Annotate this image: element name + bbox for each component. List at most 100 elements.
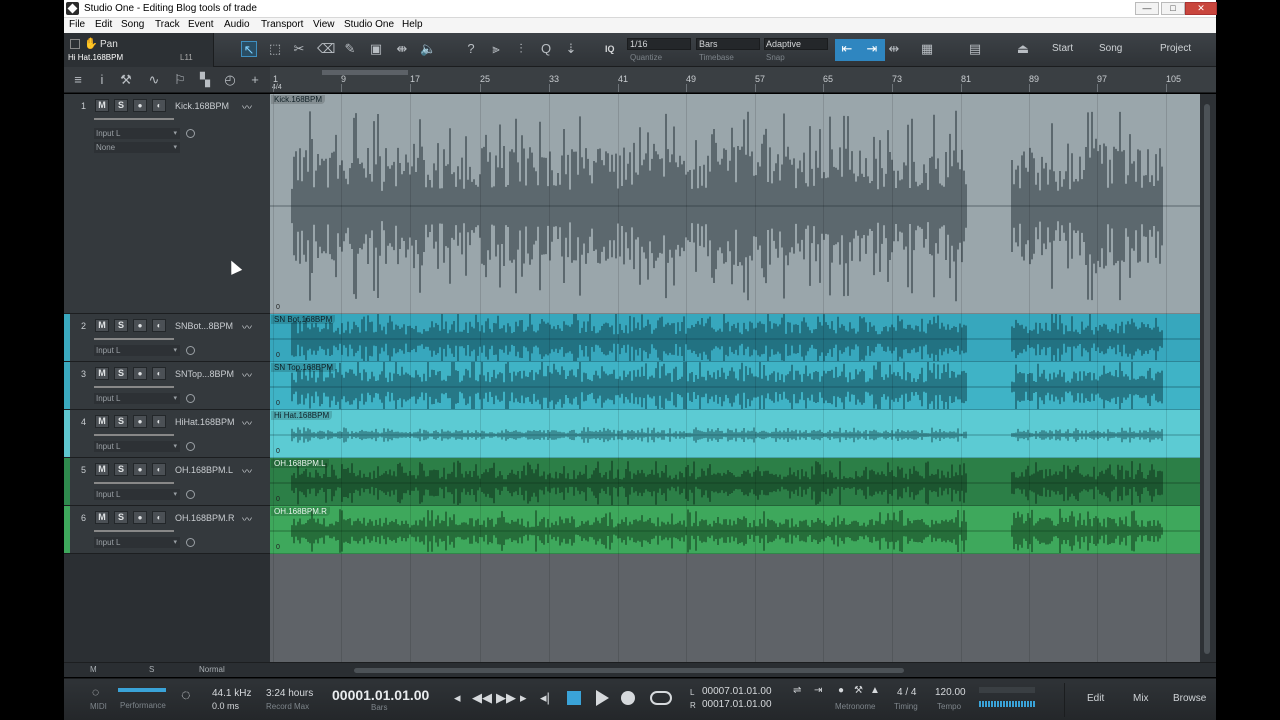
record-button[interactable] <box>621 691 635 705</box>
start-button[interactable]: Start <box>1052 43 1073 54</box>
input-selector[interactable]: Input L ▾ <box>94 441 180 452</box>
menu-edit[interactable]: Edit <box>95 19 112 30</box>
global-solo[interactable]: S <box>149 665 154 674</box>
position-display[interactable]: 00001.01.01.00 <box>332 687 429 703</box>
listen-tool-icon[interactable]: 🔈 <box>420 41 436 57</box>
monitor-button[interactable]: ◐ <box>152 463 166 476</box>
solo-button[interactable]: S <box>114 463 128 476</box>
arranger-icon[interactable]: ▚ <box>197 72 213 88</box>
track-color-bar[interactable] <box>64 314 70 361</box>
video-icon[interactable]: ▤ <box>967 41 983 57</box>
menu-view[interactable]: View <box>313 19 335 30</box>
record-arm-button[interactable]: ● <box>133 463 147 476</box>
add-track-icon[interactable]: + <box>247 72 263 88</box>
input-selector[interactable]: Input L ▾ <box>94 537 180 548</box>
track-header[interactable]: 1 M S ● ◐ Kick.168BPM 〰 Input L ▾ None ▾ <box>64 94 270 314</box>
track-volume-fader[interactable] <box>94 338 174 340</box>
arrange-view[interactable]: Kick.168BPM 0 SN Bot.168BPM 0 SN Top.168… <box>270 94 1200 662</box>
left-locator[interactable]: 00007.01.01.00 <box>702 686 772 697</box>
menu-track[interactable]: Track <box>155 19 180 30</box>
monitor-button[interactable]: ◐ <box>152 319 166 332</box>
track-header[interactable]: 5 M S ● ◐ OH.168BPM.L 〰 Input L ▾ <box>64 458 270 506</box>
preroll-icon[interactable]: ⇥ <box>814 685 822 696</box>
mute-tool-icon[interactable]: ▣ <box>368 41 384 57</box>
arrow-tool-icon[interactable]: ↖ <box>241 41 257 57</box>
channel-label[interactable]: L11 <box>180 53 193 62</box>
track-mode[interactable]: Normal <box>199 665 225 674</box>
audio-bend-icon[interactable]: ⫸ <box>488 41 504 57</box>
close-button[interactable]: ✕ <box>1185 2 1217 15</box>
solo-button[interactable]: S <box>114 319 128 332</box>
right-locator[interactable]: 00017.01.01.00 <box>702 699 772 710</box>
track-header[interactable]: 2 M S ● ◐ SNBot...8BPM 〰 Input L ▾ <box>64 314 270 362</box>
metronome-tools-icon[interactable]: ⚒ <box>854 685 863 696</box>
monitor-ring-icon[interactable] <box>186 490 195 499</box>
track-header[interactable]: 3 M S ● ◐ SNTop...8BPM 〰 Input L ▾ <box>64 362 270 410</box>
iq-label[interactable]: IQ <box>605 44 615 54</box>
mute-button[interactable]: M <box>95 463 109 476</box>
vertical-scroll-thumb[interactable] <box>1204 104 1210 654</box>
track-volume-fader[interactable] <box>94 530 174 532</box>
global-mute[interactable]: M <box>90 665 97 674</box>
snap-grid-icon[interactable]: ⇤ <box>839 41 855 57</box>
range-tool-icon[interactable]: ⬚ <box>267 41 283 57</box>
solo-button[interactable]: S <box>114 511 128 524</box>
timeline-ruler[interactable]: 4/4 1 9 17 25 33 41 49 57 65 73 81 89 97 105 <box>270 67 1216 93</box>
rewind-icon[interactable]: ◀◀ <box>472 690 492 706</box>
edit-tab[interactable]: Edit <box>1087 693 1104 704</box>
browse-tab[interactable]: Browse <box>1173 693 1206 704</box>
track-color-bar[interactable] <box>64 458 70 505</box>
loop-range[interactable] <box>322 70 408 75</box>
quantize-icon[interactable]: Q <box>538 41 554 57</box>
metronome-icon[interactable]: ▲ <box>870 685 880 696</box>
monitor-ring-icon[interactable] <box>186 394 195 403</box>
record-arm-button[interactable]: ● <box>133 511 147 524</box>
tools-icon[interactable]: ⚒ <box>118 72 134 88</box>
bend-tool-icon[interactable]: ⇼ <box>394 41 410 57</box>
menu-audio[interactable]: Audio <box>224 19 250 30</box>
return-to-zero-icon[interactable]: ◂ <box>454 690 461 706</box>
monitor-button[interactable]: ◐ <box>152 99 166 112</box>
solo-button[interactable]: S <box>114 415 128 428</box>
strip-silence-icon[interactable]: ⇣ <box>563 41 579 57</box>
stop-button[interactable] <box>567 691 581 705</box>
mute-button[interactable]: M <box>95 367 109 380</box>
marker-icon[interactable]: ⚐ <box>172 72 188 88</box>
play-button[interactable] <box>596 690 609 706</box>
minimize-button[interactable]: — <box>1135 2 1159 15</box>
input-selector[interactable]: Input L ▾ <box>94 393 180 404</box>
record-arm-button[interactable]: ● <box>133 319 147 332</box>
mute-button[interactable]: M <box>95 511 109 524</box>
grid-view-icon[interactable]: ▦ <box>919 41 935 57</box>
end-icon[interactable]: ▸ <box>520 690 527 706</box>
record-arm-button[interactable]: ● <box>133 415 147 428</box>
input-selector[interactable]: Input L ▾ <box>94 345 180 356</box>
monitor-ring-icon[interactable] <box>186 442 195 451</box>
track-volume-fader[interactable] <box>94 434 174 436</box>
menu-file[interactable]: File <box>69 19 85 30</box>
menu-studio-one[interactable]: Studio One <box>344 19 394 30</box>
snap-cursor-icon[interactable]: ⇹ <box>886 41 902 57</box>
track-name[interactable]: HiHat.168BPM <box>175 417 235 427</box>
track-name[interactable]: SNTop...8BPM <box>175 369 234 379</box>
track-color-bar[interactable] <box>64 506 70 553</box>
quantize-bend-icon[interactable]: ⫶ <box>513 41 529 57</box>
track-name[interactable]: OH.168BPM.L <box>175 465 233 475</box>
mute-button[interactable]: M <box>95 415 109 428</box>
record-arm-button[interactable]: ● <box>133 99 147 112</box>
track-name[interactable]: OH.168BPM.R <box>175 513 235 523</box>
monitor-ring-icon[interactable] <box>186 346 195 355</box>
snap-events-icon[interactable]: ⇥ <box>864 41 880 57</box>
track-volume-fader[interactable] <box>94 482 174 484</box>
menu-help[interactable]: Help <box>402 19 423 30</box>
vertical-scrollbar[interactable] <box>1200 94 1216 662</box>
mix-tab[interactable]: Mix <box>1133 693 1149 704</box>
prev-marker-icon[interactable]: ◂| <box>540 690 550 706</box>
input-selector[interactable]: Input L ▾ <box>94 128 180 139</box>
export-icon[interactable]: ⏏ <box>1015 41 1031 57</box>
inspector-toggle-icon[interactable] <box>70 39 80 49</box>
menu-event[interactable]: Event <box>188 19 214 30</box>
horizontal-scrollbar[interactable] <box>354 668 904 673</box>
track-volume-fader[interactable] <box>94 118 174 120</box>
paint-tool-icon[interactable]: ✎ <box>342 41 358 57</box>
